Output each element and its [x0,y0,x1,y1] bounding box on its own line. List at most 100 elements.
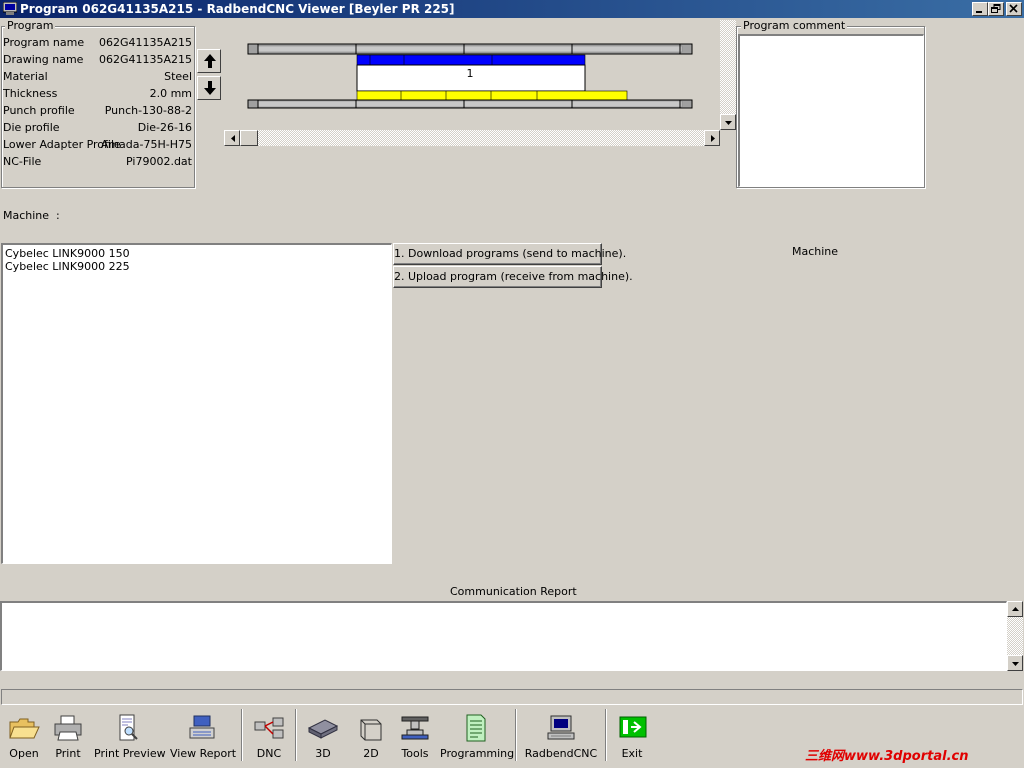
chevron-down-icon [1012,662,1019,666]
print-preview-button[interactable]: Print Preview [94,712,166,762]
program-info-label: Drawing name [3,53,84,66]
program-info-label: NC-File [3,155,42,168]
view-report-button[interactable]: View Report [170,712,237,762]
3d-button[interactable]: 3D [302,712,344,762]
program-info-label: Thickness [3,87,58,100]
chevron-right-icon [711,135,715,142]
tools-icon [401,716,429,740]
toolbar-separator [515,709,517,761]
3d-part-icon [307,719,339,739]
program-group-title: Program [5,19,56,32]
move-up-button[interactable] [197,49,221,73]
minimize-button[interactable] [972,2,988,16]
download-programs-button[interactable]: 1. Download programs (send to machine). [393,243,626,265]
communication-report-title: Communication Report [450,585,577,598]
restore-icon [991,4,1001,13]
2d-part-icon [360,719,382,741]
exit-button[interactable]: Exit [612,712,652,762]
close-button[interactable] [1006,2,1022,16]
program-info-value: Die-26-16 [137,121,192,134]
program-info-value: Pi79002.dat [126,155,192,168]
toolbar-label: 2D [363,747,379,760]
upload-program-button[interactable]: 2. Upload program (receive from machine)… [393,266,633,288]
chevron-left-icon [231,135,235,142]
program-info-value: 2.0 mm [149,87,192,100]
restore-button[interactable] [988,2,1004,16]
machine-listbox[interactable]: Cybelec LINK9000 150 Cybelec LINK9000 22… [1,243,392,564]
move-down-button[interactable] [197,76,221,100]
watermark: 三维网www.3dportal.cn [805,749,969,764]
toolbar-label: View Report [170,747,237,760]
diagram-scroll-left-button[interactable] [224,130,240,146]
comment-textarea[interactable] [738,34,924,187]
list-item[interactable]: Cybelec LINK9000 225 [5,260,130,273]
print-button[interactable]: Print [48,712,88,762]
bottom-rail [247,99,693,109]
toolbar-label: Print Preview [94,747,166,760]
open-button[interactable]: Open [2,712,46,762]
list-item[interactable]: Cybelec LINK9000 150 [5,247,130,260]
window-title: Program 062G41135A215 - RadbendCNC Viewe… [20,2,455,16]
diagram-hscroll-thumb[interactable] [240,130,258,146]
program-info-label: Die profile [3,121,60,134]
program-info-row: Drawing name 062G41135A215 [3,52,192,68]
programming-button[interactable]: Programming [440,712,514,762]
program-info-row: Lower Adapter Profile Amada-75H-H75 [3,137,192,153]
program-info-value: 062G41135A215 [98,36,192,49]
printer-icon [54,715,82,741]
report-scroll-up-button[interactable] [1007,601,1023,617]
toolbar-label: RadbendCNC [524,747,598,760]
toolbar-separator [241,709,243,761]
toolbar-label: Open [9,747,39,760]
toolbar-label: 3D [315,747,331,760]
chevron-up-icon [1012,607,1019,611]
diagram-scroll-down-button[interactable] [720,114,736,130]
toolbar-label: Tools [401,747,429,760]
report-scroll-down-button[interactable] [1007,655,1023,671]
program-info-row: Program name 062G41135A215 [3,35,192,51]
toolbar-separator [605,709,607,761]
title-bar[interactable]: Program 062G41135A215 - RadbendCNC Viewe… [0,0,1024,18]
tooling-diagram: 1 [247,43,693,109]
toolbar-label: DNC [256,747,282,760]
programming-icon [466,714,486,742]
program-info-row: Material Steel [3,69,192,85]
network-icon [254,717,284,739]
radbendcnc-button[interactable]: RadbendCNC [522,712,600,762]
computer-icon [547,715,575,740]
top-rail [247,43,693,55]
toolbar-label: Exit [621,747,643,760]
program-info-row: Thickness 2.0 mm [3,86,192,102]
arrow-down-icon [204,81,216,95]
folder-open-icon [9,718,40,739]
program-info-row: NC-File Pi79002.dat [3,154,192,170]
tools-button[interactable]: Tools [394,712,436,762]
status-bar [1,689,1023,705]
program-info-label: Punch profile [3,104,75,117]
machine-label: Machine : [3,209,60,222]
program-info-value: Punch-130-88-2 [104,104,192,117]
exit-icon [619,716,647,738]
program-info-value: Steel [164,70,192,83]
report-icon [189,715,215,739]
station-label: 1 [467,67,474,80]
dnc-button[interactable]: DNC [248,712,290,762]
chevron-down-icon [725,121,732,125]
toolbar-separator [295,709,297,761]
print-preview-icon [119,714,138,741]
program-info-row: Die profile Die-26-16 [3,120,192,136]
communication-report-textarea[interactable] [0,601,1007,671]
machine-heading: Machine [792,245,839,258]
minimize-icon [976,11,982,13]
app-icon [3,2,17,15]
diagram-scroll-right-button[interactable] [704,130,720,146]
lower-tool-segments [356,90,628,101]
close-icon [1009,4,1018,13]
program-info-row: Punch profile Punch-130-88-2 [3,103,192,119]
arrow-up-icon [204,54,216,68]
comment-group-title: Program comment [741,19,848,32]
toolbar-label: Print [55,747,81,760]
program-info-value: 062G41135A215 [98,53,192,66]
2d-button[interactable]: 2D [350,712,392,762]
diagram-hscroll-track[interactable] [224,130,720,146]
